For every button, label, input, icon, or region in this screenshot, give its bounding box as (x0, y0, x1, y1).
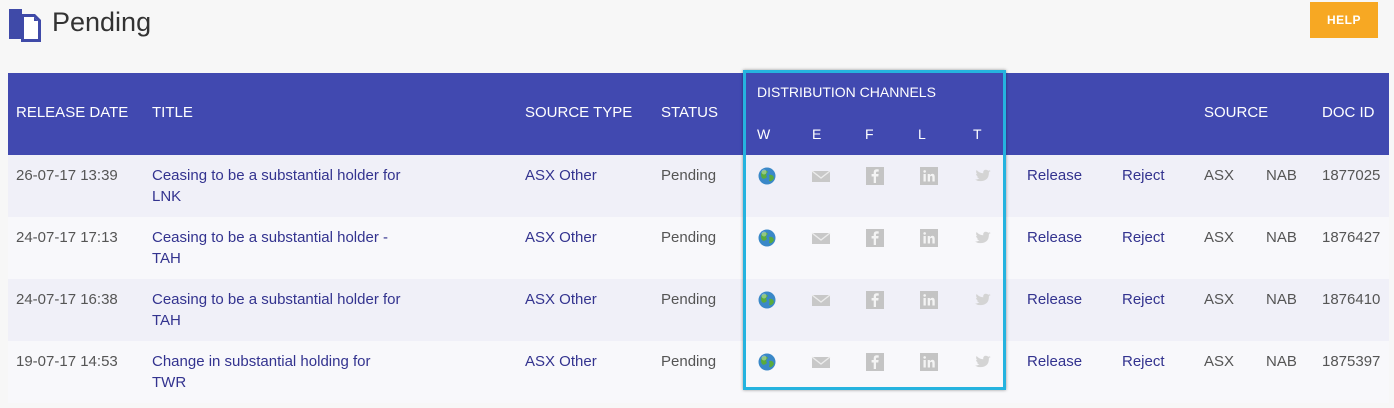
linkedin-icon[interactable] (919, 290, 939, 310)
release-date: 26-07-17 13:39 (16, 167, 118, 184)
table-row: 24-07-17 17:13 Ceasing to be a substantia… (8, 217, 1389, 279)
announcement-title-link[interactable]: Ceasing to be a substantial holder for TA… (152, 289, 401, 331)
entity-text: NAB (1266, 353, 1297, 370)
status-text: Pending (661, 353, 717, 370)
release-date: 24-07-17 16:38 (16, 291, 118, 308)
facebook-icon[interactable] (865, 290, 885, 310)
source-type-link[interactable]: ASX Other (525, 289, 597, 310)
documents-icon (9, 9, 41, 42)
header-release-date[interactable]: RELEASE DATE (16, 104, 128, 121)
source-text: ASX (1204, 167, 1235, 184)
header-doc-id[interactable]: DOC ID (1322, 104, 1375, 121)
page-title: Pending (52, 7, 152, 37)
channel-letter-linkedin: L (918, 126, 926, 142)
header-status[interactable]: STATUS (661, 104, 718, 121)
title-line-2: TAH (152, 250, 181, 267)
doc-id-text: 1876410 (1322, 291, 1381, 308)
source-text: ASX (1204, 353, 1235, 370)
globe-icon[interactable] (757, 228, 777, 248)
facebook-icon[interactable] (865, 352, 885, 372)
announcement-title-link[interactable]: Change in substantial holding for TWR (152, 351, 370, 393)
channel-letter-web: W (757, 126, 771, 142)
source-type-link[interactable]: ASX Other (525, 227, 597, 248)
twitter-icon[interactable] (973, 228, 993, 248)
reject-link[interactable]: Reject (1122, 227, 1165, 248)
status-text: Pending (661, 291, 717, 308)
reject-link[interactable]: Reject (1122, 289, 1165, 310)
twitter-icon[interactable] (973, 166, 993, 186)
reject-link[interactable]: Reject (1122, 165, 1165, 186)
twitter-icon[interactable] (973, 290, 993, 310)
status-text: Pending (661, 167, 717, 184)
table-header: RELEASE DATE TITLE SOURCE TYPE STATUS DI… (8, 73, 1389, 155)
facebook-icon[interactable] (865, 166, 885, 186)
title-line-2: LNK (152, 188, 182, 205)
reject-link[interactable]: Reject (1122, 351, 1165, 372)
release-link[interactable]: Release (1027, 165, 1082, 186)
doc-id-text: 1877025 (1322, 167, 1381, 184)
channel-letter-twitter: T (973, 126, 982, 142)
status-text: Pending (661, 229, 717, 246)
title-line-1: Ceasing to be a substantial holder for (152, 167, 401, 184)
entity-text: NAB (1266, 167, 1297, 184)
source-text: ASX (1204, 291, 1235, 308)
help-button[interactable]: HELP (1310, 2, 1378, 38)
page-header: Pending HELP (0, 0, 1394, 72)
header-source[interactable]: SOURCE (1204, 104, 1268, 121)
doc-id-text: 1876427 (1322, 229, 1381, 246)
title-line-1: Change in substantial holding for (152, 353, 371, 370)
globe-icon[interactable] (757, 166, 777, 186)
source-type-link[interactable]: ASX Other (525, 165, 597, 186)
title-line-1: Ceasing to be a substantial holder for (152, 291, 401, 308)
linkedin-icon[interactable] (919, 352, 939, 372)
pending-table: RELEASE DATE TITLE SOURCE TYPE STATUS DI… (8, 73, 1389, 403)
source-type-link[interactable]: ASX Other (525, 351, 597, 372)
source-text: ASX (1204, 229, 1235, 246)
header-distribution-channels: DISTRIBUTION CHANNELS (757, 84, 936, 100)
table-row: 24-07-17 16:38 Ceasing to be a substantia… (8, 279, 1389, 341)
table-row: 26-07-17 13:39 Ceasing to be a substantia… (8, 155, 1389, 217)
globe-icon[interactable] (757, 352, 777, 372)
twitter-icon[interactable] (973, 352, 993, 372)
release-link[interactable]: Release (1027, 227, 1082, 248)
release-link[interactable]: Release (1027, 289, 1082, 310)
email-icon[interactable] (811, 352, 831, 372)
facebook-icon[interactable] (865, 228, 885, 248)
title-line-2: TAH (152, 312, 181, 329)
title-line-2: TWR (152, 374, 187, 391)
entity-text: NAB (1266, 229, 1297, 246)
entity-text: NAB (1266, 291, 1297, 308)
table-body: 26-07-17 13:39 Ceasing to be a substantia… (8, 155, 1389, 403)
header-title[interactable]: TITLE (152, 104, 193, 121)
release-link[interactable]: Release (1027, 351, 1082, 372)
email-icon[interactable] (811, 290, 831, 310)
email-icon[interactable] (811, 166, 831, 186)
channel-letter-facebook: F (865, 126, 874, 142)
title-line-1: Ceasing to be a substantial holder - (152, 229, 388, 246)
linkedin-icon[interactable] (919, 166, 939, 186)
release-date: 19-07-17 14:53 (16, 353, 118, 370)
linkedin-icon[interactable] (919, 228, 939, 248)
announcement-title-link[interactable]: Ceasing to be a substantial holder for LN… (152, 165, 401, 207)
header-source-type[interactable]: SOURCE TYPE (525, 104, 632, 121)
announcement-title-link[interactable]: Ceasing to be a substantial holder - TAH (152, 227, 388, 269)
table-row: 19-07-17 14:53 Change in substantial hold… (8, 341, 1389, 403)
email-icon[interactable] (811, 228, 831, 248)
release-date: 24-07-17 17:13 (16, 229, 118, 246)
globe-icon[interactable] (757, 290, 777, 310)
doc-id-text: 1875397 (1322, 353, 1381, 370)
channel-letter-email: E (812, 126, 822, 142)
